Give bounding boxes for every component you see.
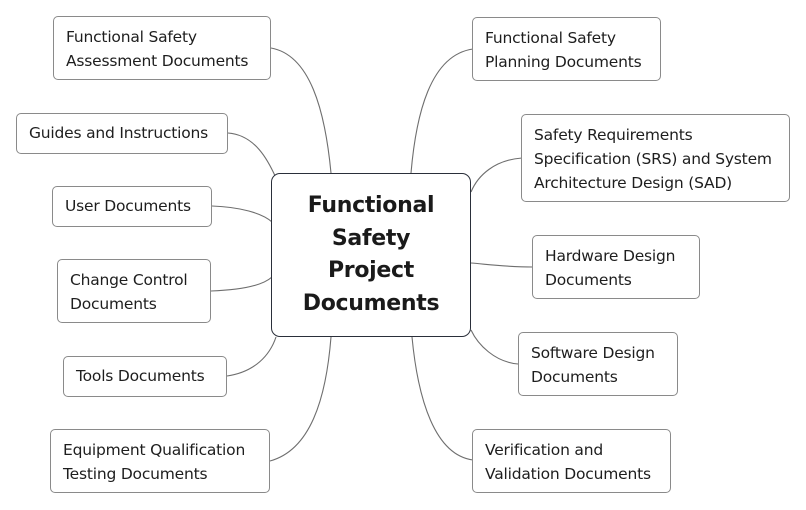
topic-label: Assessment Documents	[66, 52, 249, 70]
topic-label: User Documents	[65, 197, 191, 215]
topic-label: Validation Documents	[485, 465, 651, 483]
topic-label: Guides and Instructions	[29, 124, 209, 142]
connector-equipment	[269, 336, 332, 462]
topic-srs-and-sad[interactable]: Safety Requirements Specification (SRS) …	[521, 114, 790, 202]
topic-label: Documents	[545, 271, 632, 289]
topic-label: Tools Documents	[76, 367, 205, 385]
topic-guides-and-instructions[interactable]: Guides and Instructions	[16, 113, 228, 154]
topic-label: Documents	[531, 368, 618, 386]
connector-assessment	[270, 47, 332, 174]
topic-label: Safety Requirements	[534, 126, 693, 144]
topic-label: Documents	[70, 295, 157, 313]
topic-label: Testing Documents	[63, 465, 208, 483]
topic-label: Software Design	[531, 344, 655, 362]
topic-label: Functional Safety	[66, 28, 197, 46]
connector-user	[211, 205, 273, 223]
connector-software	[470, 329, 519, 365]
connector-tools	[226, 336, 277, 377]
topic-change-control-documents[interactable]: Change Control Documents	[57, 259, 211, 323]
connector-hardware	[470, 262, 534, 268]
central-topic[interactable]: Functional Safety Project Documents	[271, 173, 471, 337]
central-topic-line: Documents	[302, 290, 440, 316]
topic-label: Functional Safety	[485, 29, 616, 47]
topic-label: Specification (SRS) and System	[534, 150, 772, 168]
topic-user-documents[interactable]: User Documents	[52, 186, 212, 227]
topic-equipment-qualification-testing[interactable]: Equipment Qualification Testing Document…	[50, 429, 270, 493]
topic-label: Planning Documents	[485, 53, 642, 71]
topic-verification-and-validation[interactable]: Verification and Validation Documents	[472, 429, 671, 493]
topic-label: Verification and	[485, 441, 603, 459]
connector-srs	[470, 157, 523, 193]
central-topic-line: Functional	[307, 193, 435, 218]
connector-guides	[227, 132, 277, 179]
central-topic-line: Safety	[331, 225, 411, 251]
topic-label: Hardware Design	[545, 247, 676, 265]
connector-planning	[410, 48, 474, 174]
topic-label: Equipment Qualification	[63, 441, 246, 459]
topic-tools-documents[interactable]: Tools Documents	[63, 356, 227, 397]
connector-verification	[411, 336, 474, 461]
topic-hardware-design-documents[interactable]: Hardware Design Documents	[532, 235, 700, 299]
connector-change-control	[210, 276, 273, 292]
topic-label: Change Control	[70, 271, 188, 289]
central-topic-line: Project	[327, 258, 414, 283]
topic-software-design-documents[interactable]: Software Design Documents	[518, 332, 678, 396]
topic-functional-safety-planning[interactable]: Functional Safety Planning Documents	[472, 17, 661, 81]
topic-label: Architecture Design (SAD)	[534, 174, 733, 192]
topic-functional-safety-assessment[interactable]: Functional Safety Assessment Documents	[53, 16, 271, 80]
